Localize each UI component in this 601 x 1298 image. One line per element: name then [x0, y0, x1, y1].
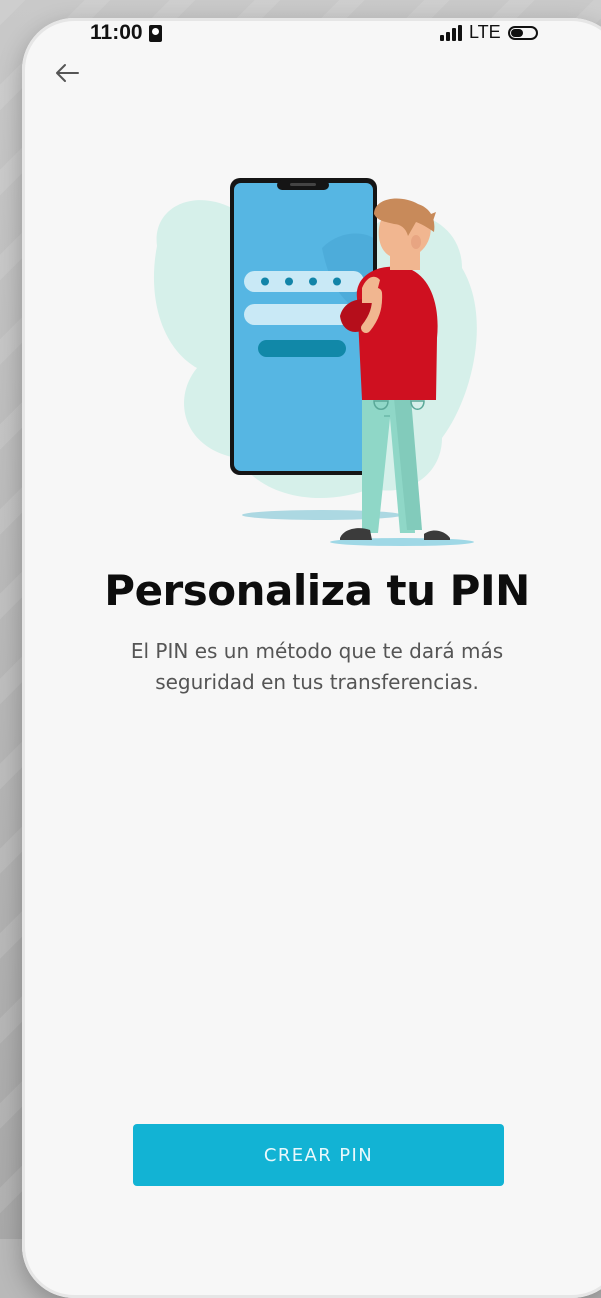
page-title: Personaliza tu PIN: [104, 566, 530, 615]
phone-screen: 11:00 LTE Personaliza tu PIN El PIN es u…: [22, 18, 601, 1298]
page-subtitle: El PIN es un método que te dará más segu…: [130, 639, 504, 694]
create-pin-label: CREAR PIN: [263, 1144, 374, 1166]
create-pin-button[interactable]: CREAR PIN: [133, 1124, 504, 1186]
security-illustration: [153, 178, 477, 546]
